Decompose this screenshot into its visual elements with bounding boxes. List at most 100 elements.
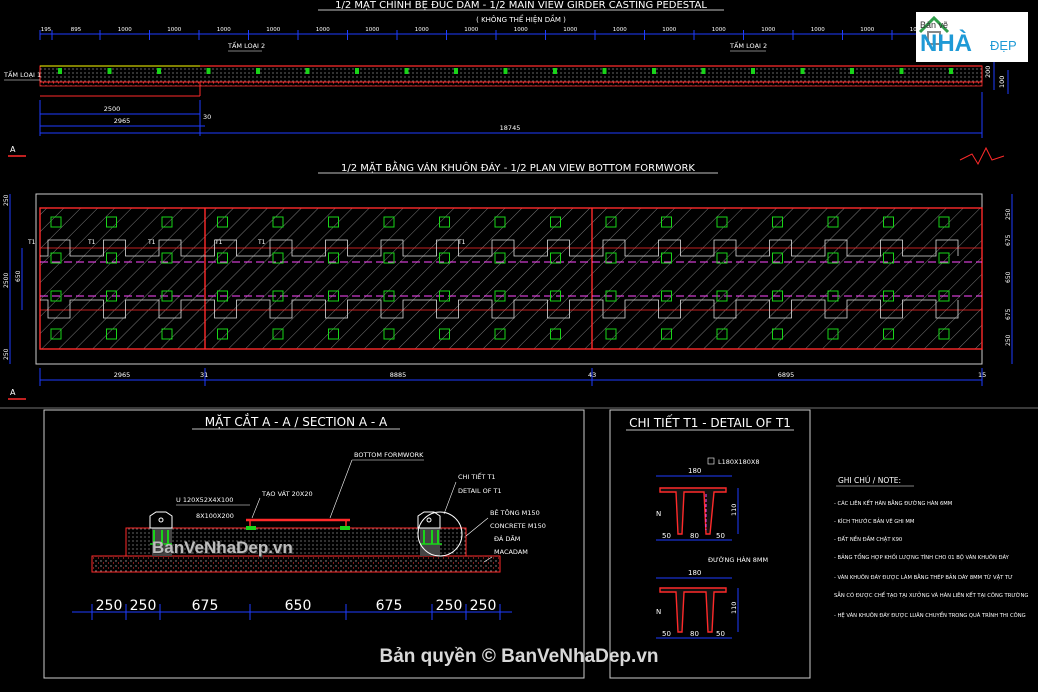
top-dim-label: 1000 — [563, 27, 577, 33]
notes-heading: GHI CHÚ / NOTE: — [838, 476, 901, 485]
top-dim-label: 1000 — [712, 27, 726, 33]
detail2-part-a: 50 — [662, 630, 671, 638]
section-dim-label: 675 — [192, 598, 219, 614]
note-7: - HỆ VÁN KHUÔN ĐÁY ĐƯỢC LUÂN CHUYỂN TRON… — [834, 611, 1026, 619]
label-concrete-en: CONCRETE M150 — [490, 522, 546, 530]
detail1-n: N — [656, 510, 661, 518]
t1-label-2: T1 — [87, 239, 96, 246]
pedestal-strip — [39, 65, 983, 83]
stiffener-mark — [800, 68, 805, 74]
t1-label-5: T1 — [257, 239, 266, 246]
note-2: - KÍCH THƯỚC BẢN VẼ GHI MM — [834, 517, 914, 525]
dim-right-250b: 250 — [1005, 334, 1012, 346]
section-dim-label: 250 — [130, 598, 157, 614]
section-mark-top: A — [10, 145, 16, 154]
detail-title: CHI TIẾT T1 - DETAIL OF T1 — [629, 414, 791, 430]
stiffener-mark — [899, 68, 904, 74]
main-view-subtitle: ( KHÔNG THỂ HIỆN DẦM ) — [476, 14, 566, 24]
logo-line2: NHÀ — [920, 30, 972, 57]
top-dim-label: 195 — [41, 27, 52, 33]
formwork-plate — [39, 207, 983, 350]
logo-line1: Bản vẽ — [920, 20, 949, 30]
section-dim-label: 250 — [96, 598, 123, 614]
dim-right-650: 650 — [1005, 271, 1012, 283]
detail2-height: 110 — [730, 602, 738, 614]
detail-weld-label: ĐƯỜNG HÀN 8MM — [708, 555, 768, 564]
plan-dim-43: 43 — [588, 371, 596, 379]
plan-view-title: 1/2 MẶT BẰNG VÁN KHUÔN ĐÁY - 1/2 PLAN VI… — [341, 160, 695, 174]
section-dim-label: 650 — [285, 598, 312, 614]
dim-18745: 18745 — [500, 124, 521, 132]
t1-label-6: T1 — [457, 239, 466, 246]
stiffener-mark — [107, 68, 112, 74]
plan-dim-2965: 2965 — [114, 371, 131, 379]
dim-2965: 2965 — [114, 117, 131, 125]
stiffener-mark — [256, 68, 260, 74]
top-dim-label: 1000 — [365, 27, 379, 33]
plan-dim-31: 31 — [200, 371, 208, 379]
top-dim-label: 1000 — [266, 27, 280, 33]
stiffener-mark — [949, 68, 953, 74]
stiffener-mark — [602, 68, 607, 74]
t1-label-3: T1 — [147, 239, 156, 246]
stiffener-mark — [58, 68, 62, 74]
cad-drawing: 1/2 MẶT CHÍNH BỆ ĐÚC DẦM - 1/2 MAIN VIEW… — [0, 0, 1038, 679]
logo-line3: ĐẸP — [990, 38, 1017, 53]
plan-dim-8885: 8885 — [390, 371, 407, 379]
label-plate: 8X100X200 — [196, 512, 234, 520]
site-logo[interactable]: Bản vẽ NHÀ ĐẸP — [916, 12, 1028, 62]
top-dim-label: 1000 — [167, 27, 181, 33]
stiffener-mark — [701, 68, 706, 74]
detail1-part-a: 50 — [662, 532, 671, 540]
dim-left-2500: 2500 — [3, 273, 10, 288]
section-dim-label: 675 — [376, 598, 403, 614]
dim-left-250b: 250 — [3, 348, 10, 360]
top-dim-label: 1000 — [761, 27, 775, 33]
detail2-part-b: 80 — [690, 630, 699, 638]
section-dim-label: 250 — [436, 598, 463, 614]
detail2-part-c: 50 — [716, 630, 725, 638]
label-stone: ĐÁ DĂM — [494, 534, 520, 543]
detail2-width: 180 — [688, 569, 701, 577]
top-dim-label: 1000 — [662, 27, 676, 33]
stiffener-mark — [355, 68, 359, 74]
stiffener-mark — [404, 68, 409, 74]
section-mark-bottom: A — [10, 388, 16, 397]
dim-100: 100 — [998, 76, 1006, 88]
stiffener-mark — [454, 68, 458, 74]
plate-label-1: TẤM LOẠI 1 — [3, 69, 41, 79]
top-dim-label: 1000 — [415, 27, 429, 33]
note-6: SẴN CÓ ĐƯỢC CHẾ TẠO TẠI XƯỞNG VÀ HÀN LIÊ… — [834, 591, 1028, 599]
watermark-mid: BanVeNhaDep.vn — [152, 538, 293, 557]
plan-dim-15: 15 — [978, 371, 986, 379]
top-dim-label: 1000 — [613, 27, 627, 33]
dim-2500: 2500 — [104, 105, 121, 113]
label-concrete-vi: BÊ TÔNG M150 — [490, 508, 540, 517]
stiffener-mark — [206, 68, 211, 74]
watermark-bottom: Bản quyền © BanVeNhaDep.vn — [379, 646, 659, 667]
dim-right-675a: 675 — [1005, 234, 1012, 246]
stiffener-mark — [503, 68, 508, 74]
label-detail-ref-en: DETAIL OF T1 — [458, 487, 502, 495]
label-u-channel: U 120X52X4X100 — [176, 496, 233, 504]
dim-left-650: 650 — [15, 270, 22, 282]
dim-30: 30 — [203, 113, 211, 121]
t1-label-1: T1 — [27, 239, 36, 246]
note-3: - ĐẤT NỀN ĐẦM CHẶT K90 — [834, 535, 902, 543]
detail1-height: 110 — [730, 504, 738, 516]
dim-left-250a: 250 — [3, 194, 10, 206]
top-dim-label: 1000 — [464, 27, 478, 33]
top-dim-label: 895 — [71, 27, 82, 33]
top-dim-label: 1000 — [118, 27, 132, 33]
stiffener-mark — [652, 68, 656, 74]
note-1: - CÁC LIÊN KẾT HÀN BẰNG ĐƯỜNG HÀN 6MM — [834, 499, 952, 507]
stiffener-mark — [305, 68, 310, 74]
detail2-n: N — [656, 608, 661, 616]
stiffener-mark — [157, 68, 161, 74]
label-notch: TẠO VÁT 20X20 — [261, 489, 313, 498]
plate-label-2a: TẤM LOẠI 2 — [227, 40, 265, 50]
section-title: MẶT CẮT A - A / SECTION A - A — [205, 413, 388, 429]
plan-dim-6895: 6895 — [778, 371, 795, 379]
stiffener-mark — [553, 68, 557, 74]
top-dim-label: 1000 — [514, 27, 528, 33]
